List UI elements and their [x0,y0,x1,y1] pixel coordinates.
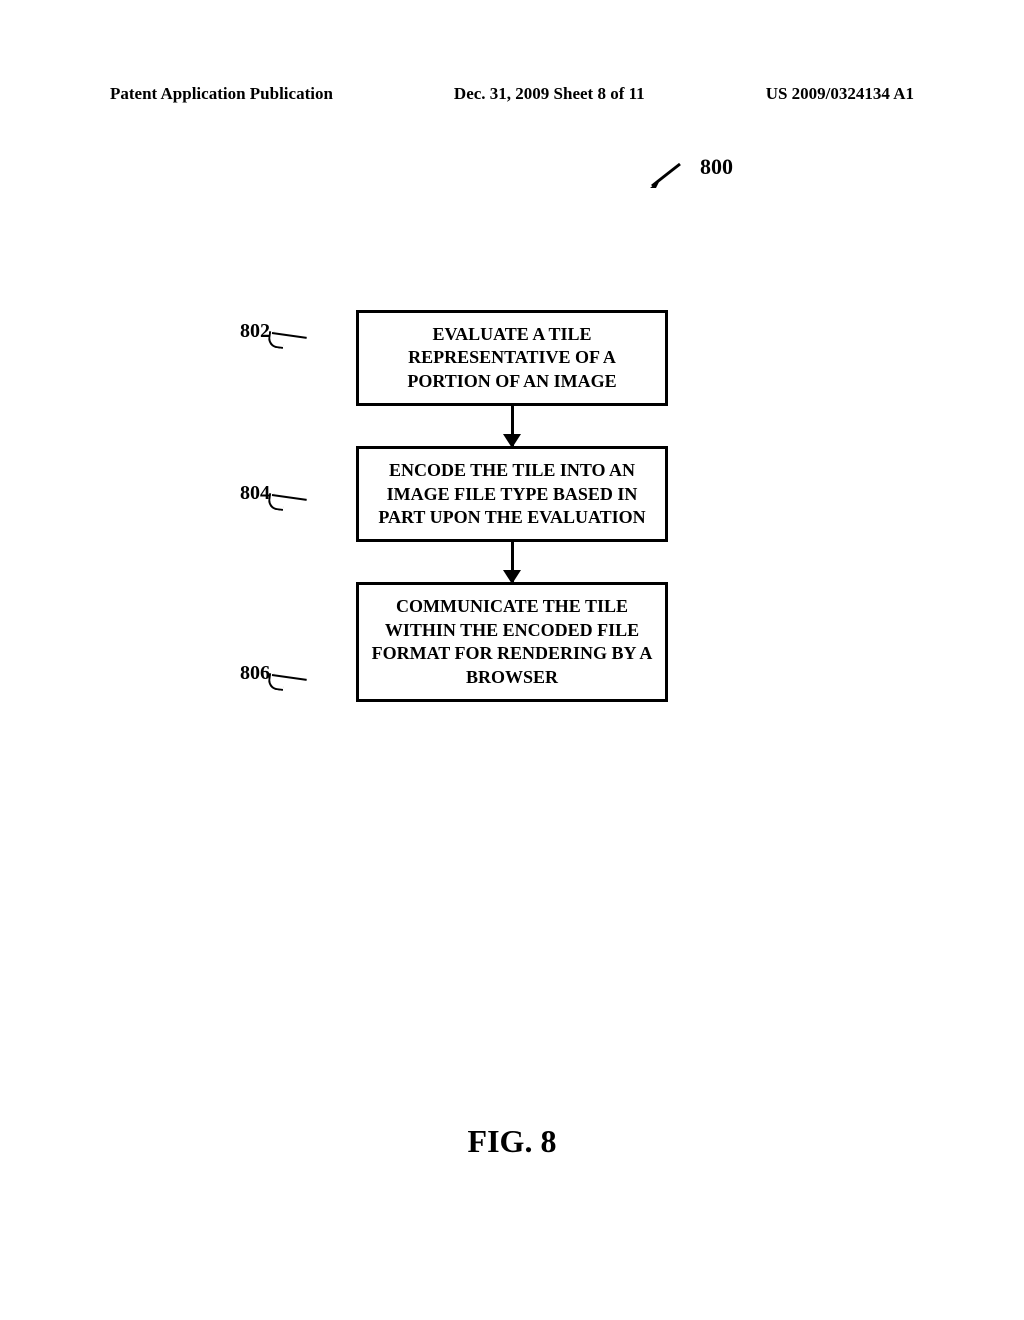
step-text: ENCODE THE TILE INTO AN IMAGE FILE TYPE … [378,460,645,527]
flowchart: 802 EVALUATE A TILE REPRESENTATIVE OF A … [0,310,1024,702]
reference-arrow-icon [650,158,690,188]
step-text: EVALUATE A TILE REPRESENTATIVE OF A PORT… [407,324,616,391]
leader-hook [267,493,285,511]
flowchart-step-804: ENCODE THE TILE INTO AN IMAGE FILE TYPE … [356,446,668,542]
figure-reference-number: 800 [700,154,733,180]
step-text: COMMUNICATE THE TILE WITHIN THE ENCODED … [372,596,653,686]
flow-arrow-icon [511,542,514,582]
flowchart-step-802: EVALUATE A TILE REPRESENTATIVE OF A PORT… [356,310,668,406]
step-label-802: 802 [220,320,270,343]
step-label-806: 806 [220,662,270,685]
header-left: Patent Application Publication [110,84,333,104]
leader-hook [267,331,285,349]
flow-arrow-icon [511,406,514,446]
header-right: US 2009/0324134 A1 [766,84,914,104]
figure-caption: FIG. 8 [0,1123,1024,1160]
header-mid: Dec. 31, 2009 Sheet 8 of 11 [454,84,645,104]
step-label-804: 804 [220,482,270,505]
flowchart-step-806: COMMUNICATE THE TILE WITHIN THE ENCODED … [356,582,668,702]
page-header: Patent Application Publication Dec. 31, … [110,84,914,104]
leader-hook [267,673,285,691]
